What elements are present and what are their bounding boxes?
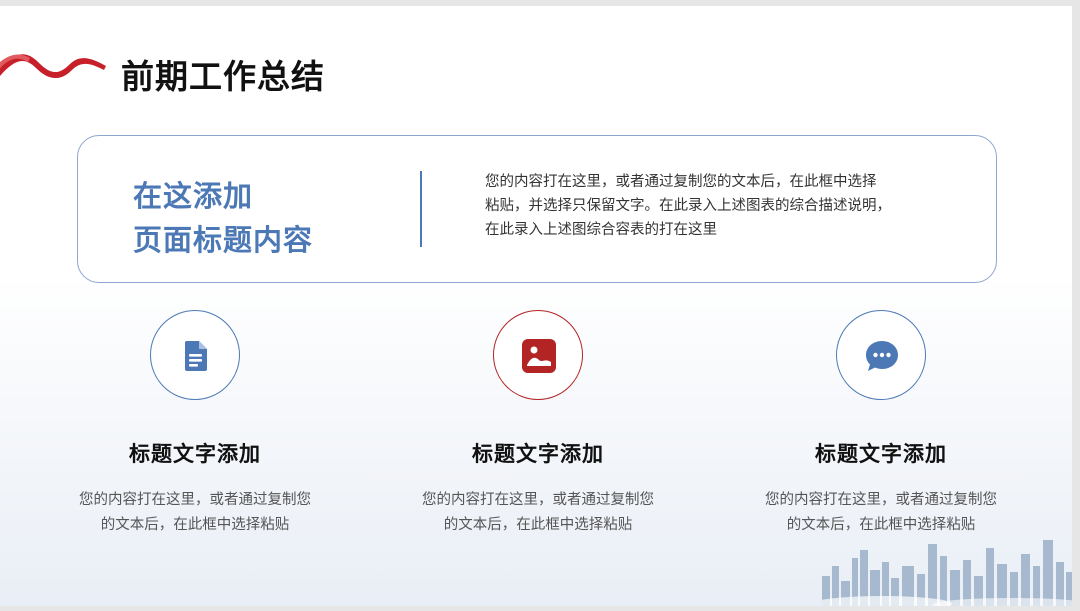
feature-3: 标题文字添加 您的内容打在这里，或者通过复制您 的文本后，在此框中选择粘贴	[751, 310, 1011, 538]
feature-1-icon-circle	[150, 310, 240, 400]
chat-bubble-icon	[866, 341, 898, 371]
feature-1-desc-line-1: 您的内容打在这里，或者通过复制您	[79, 492, 311, 508]
feature-3-desc-line-1: 您的内容打在这里，或者通过复制您	[765, 492, 997, 508]
card-body: 您的内容打在这里，或者通过复制您的文本后，在此框中选择 粘贴，并选择只保留文字。…	[485, 170, 925, 242]
feature-3-desc-line-2: 的文本后，在此框中选择粘贴	[786, 517, 976, 533]
card-heading-line-2: 页面标题内容	[133, 223, 314, 257]
card-body-line-2: 粘贴，并选择只保留文字。在此录入上述图表的综合描述说明，	[485, 198, 891, 214]
image-icon	[522, 339, 556, 373]
feature-1: 标题文字添加 您的内容打在这里，或者通过复制您 的文本后，在此框中选择粘贴	[65, 310, 325, 538]
feature-1-description: 您的内容打在这里，或者通过复制您 的文本后，在此框中选择粘贴	[65, 488, 325, 538]
red-ribbon-decoration	[0, 54, 106, 79]
document-icon	[184, 341, 207, 371]
feature-2-icon-circle	[493, 310, 583, 400]
feature-1-title: 标题文字添加	[129, 442, 261, 466]
city-skyline-decoration	[822, 540, 1072, 606]
feature-2: 标题文字添加 您的内容打在这里，或者通过复制您 的文本后，在此框中选择粘贴	[408, 310, 668, 538]
feature-2-desc-line-2: 的文本后，在此框中选择粘贴	[443, 517, 633, 533]
feature-2-description: 您的内容打在这里，或者通过复制您 的文本后，在此框中选择粘贴	[408, 488, 668, 538]
page-title: 前期工作总结	[121, 57, 325, 96]
feature-3-title: 标题文字添加	[815, 442, 947, 466]
feature-3-icon-circle	[836, 310, 926, 400]
summary-card: 在这添加 页面标题内容 您的内容打在这里，或者通过复制您的文本后，在此框中选择 …	[77, 135, 997, 283]
feature-2-title: 标题文字添加	[472, 442, 604, 466]
card-body-line-3: 在此录入上述图综合容表的打在这里	[485, 222, 717, 238]
card-heading-line-1: 在这添加	[133, 179, 254, 213]
slide: 前期工作总结 在这添加 页面标题内容 您的内容打在这里，或者通过复制您的文本后，…	[0, 6, 1072, 606]
feature-3-description: 您的内容打在这里，或者通过复制您 的文本后，在此框中选择粘贴	[751, 488, 1011, 538]
feature-2-desc-line-1: 您的内容打在这里，或者通过复制您	[422, 492, 654, 508]
feature-1-desc-line-2: 的文本后，在此框中选择粘贴	[100, 517, 290, 533]
card-body-line-1: 您的内容打在这里，或者通过复制您的文本后，在此框中选择	[485, 174, 877, 190]
card-heading: 在这添加 页面标题内容	[133, 174, 313, 262]
card-divider	[420, 171, 422, 247]
